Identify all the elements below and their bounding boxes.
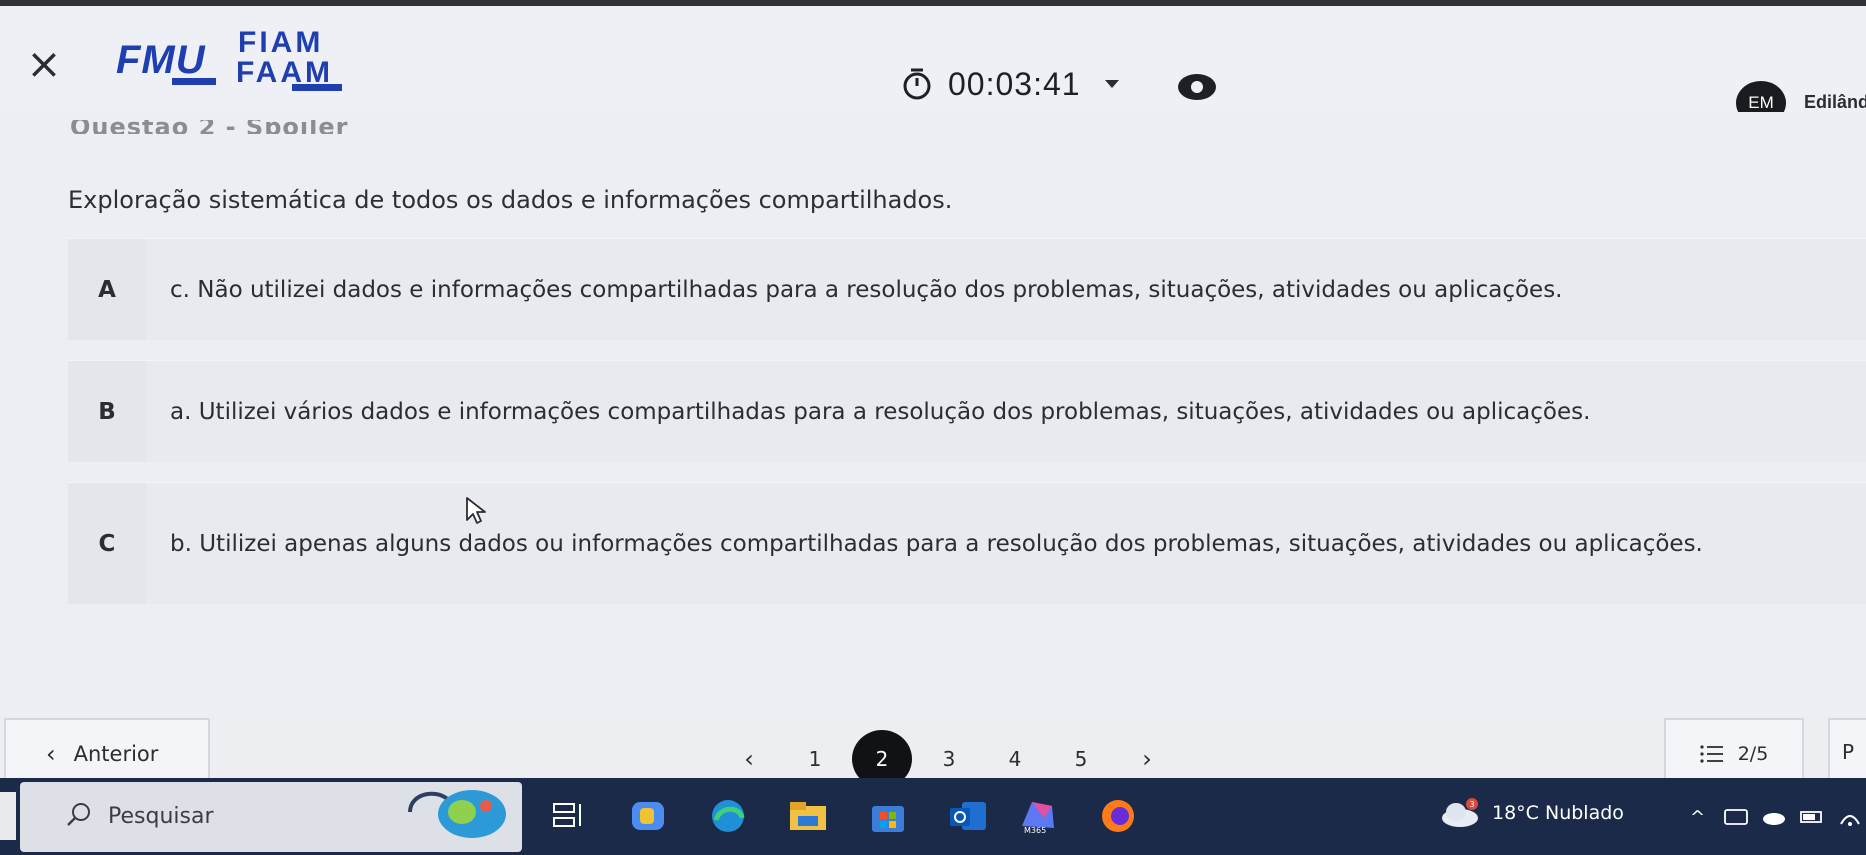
weather-widget[interactable]: 3 18°C Nublado: [1440, 788, 1624, 838]
weather-text: 18°C Nublado: [1492, 802, 1624, 824]
mouse-cursor-icon: [466, 497, 486, 524]
timer-value: 00:03:41: [948, 65, 1081, 102]
start-button[interactable]: [0, 792, 16, 840]
answer-option-c[interactable]: C b. Utilizei apenas alguns dados ou inf…: [68, 482, 1866, 604]
chevron-down-icon[interactable]: [1104, 80, 1119, 88]
exam-window: × FMU FIAM FAAM 00:03:41 EM Edilândi Que…: [0, 0, 1866, 855]
search-icon: [67, 803, 90, 826]
eye-icon[interactable]: [1178, 74, 1216, 100]
widgets-icon[interactable]: [628, 798, 668, 834]
keyboard-icon[interactable]: [1723, 806, 1749, 828]
edge-browser-icon[interactable]: [708, 798, 748, 834]
svg-text:M365: M365: [1024, 826, 1046, 834]
battery-icon[interactable]: [1799, 806, 1825, 828]
answer-option-b[interactable]: B a. Utilizei vários dados e informações…: [68, 360, 1866, 462]
previous-label: Anterior: [73, 742, 159, 766]
top-header: × FMU FIAM FAAM 00:03:41 EM Edilândi: [0, 0, 1866, 125]
logo-fmu-bar: [172, 78, 216, 85]
logo-faam-bar: [292, 84, 342, 91]
windows-taskbar: Pesquisar M365 3 18°C Nublado ^: [0, 778, 1866, 855]
stopwatch-icon: [903, 68, 931, 100]
brand-logo: FMU FIAM FAAM: [116, 28, 376, 92]
pager-prev-icon[interactable]: ‹: [716, 745, 782, 773]
onedrive-icon[interactable]: [1761, 806, 1787, 828]
option-letter: A: [68, 239, 146, 340]
search-highlight-icon: [408, 790, 506, 838]
firefox-icon[interactable]: [1098, 798, 1138, 834]
weather-badge-text: 3: [1470, 800, 1475, 809]
logo-fiam: FIAM: [238, 26, 324, 59]
question-statement: Exploração sistemática de todos os dados…: [68, 186, 953, 214]
chevron-left-icon: ‹: [46, 740, 56, 768]
m365-icon[interactable]: M365: [1018, 798, 1058, 834]
progress-count: 2/5: [1737, 743, 1769, 765]
file-explorer-icon[interactable]: [788, 798, 828, 834]
cloud-icon: 3: [1442, 798, 1478, 827]
option-text: c. Não utilizei dados e informações comp…: [170, 276, 1563, 303]
question-navigation: ‹ Anterior ‹ 1 2 3 4 5 › 2/5 P: [0, 712, 1866, 788]
close-button[interactable]: ×: [22, 42, 66, 86]
search-placeholder: Pesquisar: [108, 804, 214, 829]
user-name[interactable]: Edilândi: [1804, 92, 1866, 113]
taskbar-search[interactable]: Pesquisar: [20, 782, 522, 852]
outlook-icon[interactable]: [948, 798, 988, 834]
store-icon[interactable]: [868, 798, 908, 834]
option-text: a. Utilizei vários dados e informações c…: [170, 398, 1591, 425]
list-icon: [1700, 745, 1723, 763]
chevron-up-icon[interactable]: ^: [1690, 807, 1705, 828]
pagination: ‹ 1 2 3 4 5 ›: [716, 730, 1180, 788]
question-area: Questão 2 - Spoiler Exploração sistemáti…: [0, 112, 1866, 714]
timer[interactable]: 00:03:41: [900, 62, 1119, 106]
pager-next-icon[interactable]: ›: [1114, 745, 1180, 773]
option-letter: C: [68, 483, 146, 604]
option-text: b. Utilizei apenas alguns dados ou infor…: [170, 530, 1703, 557]
question-number: Questão 2 - Spoiler: [70, 120, 349, 134]
wifi-icon[interactable]: [1837, 806, 1863, 828]
answer-option-a[interactable]: A c. Não utilizei dados e informações co…: [68, 238, 1866, 340]
option-letter: B: [68, 361, 146, 462]
system-tray: ^: [1690, 802, 1866, 832]
logo-fmu: FMU: [116, 38, 206, 82]
task-view-icon[interactable]: [548, 798, 588, 834]
